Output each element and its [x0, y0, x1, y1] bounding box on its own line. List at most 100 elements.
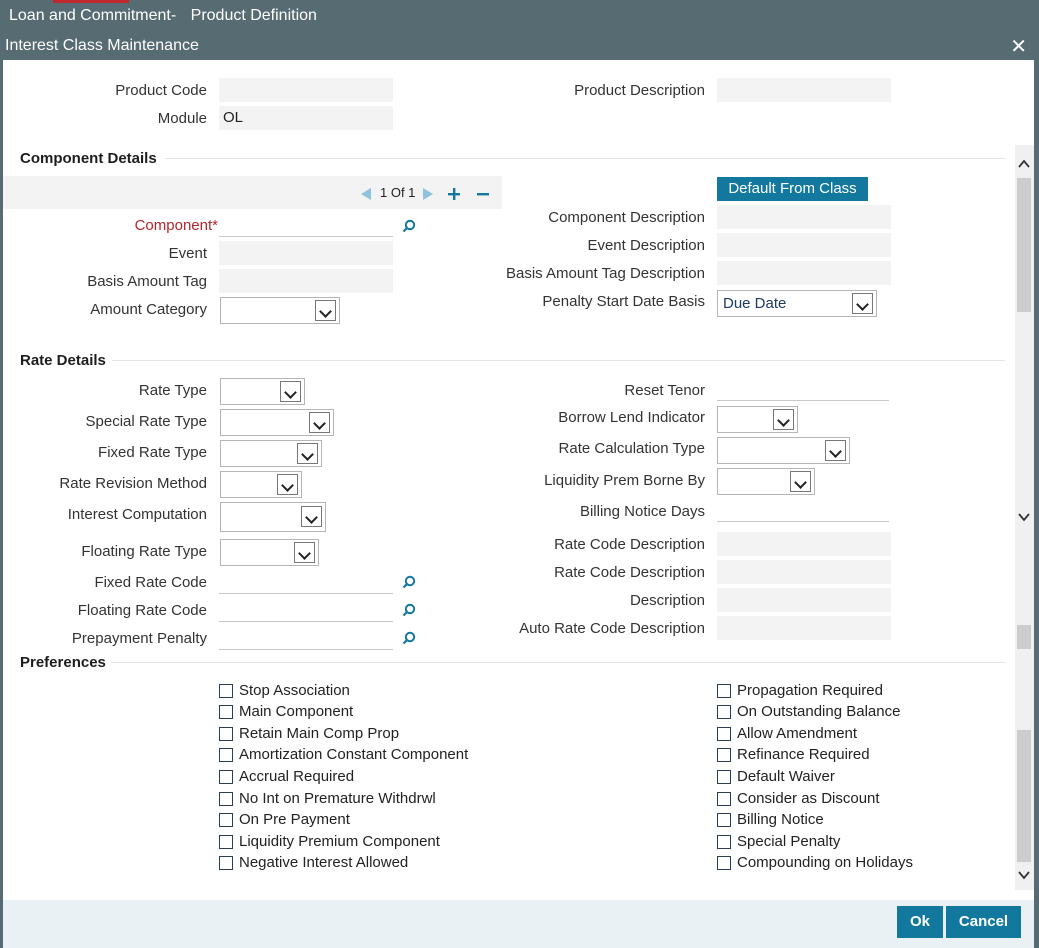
- fixed-rate-code-search-icon[interactable]: [402, 575, 416, 589]
- breadcrumb: Loan and Commitment- Product Definition: [9, 7, 317, 25]
- event-label: Event: [168, 245, 207, 262]
- component-description-field: [717, 205, 891, 229]
- component-details-heading: Component Details: [20, 150, 157, 167]
- chevron-down-icon: [825, 440, 846, 461]
- rate-code-description-1-label: Rate Code Description: [554, 536, 705, 553]
- fixed-rate-type-select[interactable]: [220, 440, 322, 467]
- breadcrumb-screen[interactable]: Product Definition: [191, 7, 317, 24]
- delete-row-icon[interactable]: [476, 187, 490, 201]
- default-from-class-button[interactable]: Default From Class: [717, 177, 868, 201]
- auto-rate-code-description-label: Auto Rate Code Description: [519, 620, 705, 637]
- amortization-constant-component-checkbox[interactable]: Amortization Constant Component: [219, 746, 468, 763]
- retain-main-comp-prop-checkbox[interactable]: Retain Main Comp Prop: [219, 725, 399, 742]
- window-border-right: [1034, 60, 1039, 948]
- component-input[interactable]: [219, 212, 393, 237]
- scroll-down-icon[interactable]: [1017, 510, 1031, 524]
- on-outstanding-balance-checkbox[interactable]: On Outstanding Balance: [717, 703, 900, 720]
- ok-button[interactable]: Ok: [897, 906, 943, 938]
- scrollbar-thumb-secondary[interactable]: [1017, 625, 1031, 649]
- rate-code-description-2-label: Rate Code Description: [554, 564, 705, 581]
- basis-amount-tag-field: [219, 269, 393, 293]
- floating-rate-type-select[interactable]: [220, 539, 319, 566]
- chevron-down-icon: [297, 443, 318, 464]
- rate-calculation-type-select[interactable]: [717, 437, 850, 464]
- allow-amendment-checkbox[interactable]: Allow Amendment: [717, 725, 857, 742]
- compounding-on-holidays-checkbox[interactable]: Compounding on Holidays: [717, 854, 913, 871]
- on-pre-payment-checkbox[interactable]: On Pre Payment: [219, 811, 350, 828]
- rate-code-description-1-field: [717, 532, 891, 556]
- accrual-required-checkbox[interactable]: Accrual Required: [219, 768, 354, 785]
- borrow-lend-indicator-select[interactable]: [717, 406, 798, 433]
- liquidity-prem-borne-by-select[interactable]: [717, 468, 815, 495]
- default-waiver-checkbox[interactable]: Default Waiver: [717, 768, 835, 785]
- rate-type-select[interactable]: [220, 378, 305, 405]
- cancel-button[interactable]: Cancel: [946, 906, 1021, 938]
- event-description-label: Event Description: [587, 237, 705, 254]
- fixed-rate-code-input[interactable]: [219, 569, 393, 594]
- preferences-heading: Preferences: [20, 654, 106, 671]
- scroll-down-icon-secondary[interactable]: [1017, 868, 1031, 882]
- basis-amount-tag-label: Basis Amount Tag: [87, 273, 207, 290]
- liquidity-prem-borne-by-label: Liquidity Prem Borne By: [544, 472, 705, 489]
- penalty-start-date-basis-label: Penalty Start Date Basis: [542, 293, 705, 310]
- basis-amount-tag-description-label: Basis Amount Tag Description: [506, 265, 705, 282]
- rate-code-description-2-field: [717, 560, 891, 584]
- window-title: Interest Class Maintenance: [5, 37, 199, 54]
- liquidity-premium-component-checkbox[interactable]: Liquidity Premium Component: [219, 833, 440, 850]
- prepayment-penalty-search-icon[interactable]: [402, 631, 416, 645]
- rate-calculation-type-label: Rate Calculation Type: [558, 440, 705, 457]
- chevron-down-icon: [773, 409, 794, 430]
- scrollbar-thumb-tertiary[interactable]: [1017, 730, 1031, 862]
- floating-rate-code-search-icon[interactable]: [402, 603, 416, 617]
- description-label: Description: [629, 592, 705, 609]
- main-component-checkbox[interactable]: Main Component: [219, 703, 353, 720]
- special-rate-type-select[interactable]: [220, 409, 334, 436]
- billing-notice-days-input[interactable]: [717, 497, 889, 522]
- chevron-down-icon: [280, 381, 301, 402]
- scrollbar-thumb[interactable]: [1017, 178, 1031, 312]
- floating-rate-code-label: Floating Rate Code: [77, 602, 207, 619]
- rate-details-heading: Rate Details: [20, 352, 106, 369]
- special-penalty-checkbox[interactable]: Special Penalty: [717, 833, 840, 850]
- propagation-required-checkbox[interactable]: Propagation Required: [717, 682, 883, 699]
- module-field: OL: [219, 106, 393, 130]
- component-description-label: Component Description: [548, 209, 705, 226]
- auto-rate-code-description-field: [717, 616, 891, 640]
- close-icon[interactable]: ✕: [1010, 34, 1027, 59]
- prepayment-penalty-label: Prepayment Penalty: [71, 630, 207, 647]
- previous-record-icon[interactable]: [360, 187, 372, 201]
- app-header: Loan and Commitment- Product Definition: [0, 0, 1039, 33]
- add-row-icon[interactable]: [447, 187, 461, 201]
- module-label: Module: [157, 110, 207, 127]
- billing-notice-checkbox[interactable]: Billing Notice: [717, 811, 824, 828]
- product-description-label: Product Description: [574, 82, 705, 99]
- fixed-rate-code-label: Fixed Rate Code: [94, 574, 207, 591]
- scroll-up-icon[interactable]: [1017, 157, 1031, 171]
- penalty-start-date-basis-select[interactable]: Due Date: [717, 290, 877, 317]
- component-search-icon[interactable]: [402, 219, 416, 233]
- no-int-on-premature-withdrwl-checkbox[interactable]: No Int on Premature Withdrwl: [219, 790, 436, 807]
- event-description-field: [717, 233, 891, 257]
- interest-computation-select[interactable]: [220, 502, 326, 532]
- rate-revision-method-select[interactable]: [220, 471, 302, 498]
- next-record-icon[interactable]: [422, 187, 434, 201]
- floating-rate-type-label: Floating Rate Type: [81, 543, 207, 560]
- stop-association-checkbox[interactable]: Stop Association: [219, 682, 350, 699]
- floating-rate-code-input[interactable]: [219, 597, 393, 622]
- description-field: [717, 588, 891, 612]
- product-code-label: Product Code: [115, 82, 207, 99]
- reset-tenor-input[interactable]: [717, 376, 889, 401]
- section-divider: [165, 158, 1005, 159]
- borrow-lend-indicator-label: Borrow Lend Indicator: [558, 409, 705, 426]
- amount-category-select[interactable]: [220, 297, 340, 324]
- window-titlebar: Interest Class Maintenance ✕: [0, 33, 1039, 60]
- product-description-field: [717, 78, 891, 102]
- prepayment-penalty-input[interactable]: [219, 625, 393, 650]
- consider-as-discount-checkbox[interactable]: Consider as Discount: [717, 790, 880, 807]
- reset-tenor-label: Reset Tenor: [624, 382, 705, 399]
- breadcrumb-module[interactable]: Loan and Commitment-: [9, 7, 176, 24]
- pager-count: 1 Of 1: [380, 185, 416, 200]
- negative-interest-allowed-checkbox[interactable]: Negative Interest Allowed: [219, 854, 408, 871]
- refinance-required-checkbox[interactable]: Refinance Required: [717, 746, 870, 763]
- special-rate-type-label: Special Rate Type: [85, 413, 207, 430]
